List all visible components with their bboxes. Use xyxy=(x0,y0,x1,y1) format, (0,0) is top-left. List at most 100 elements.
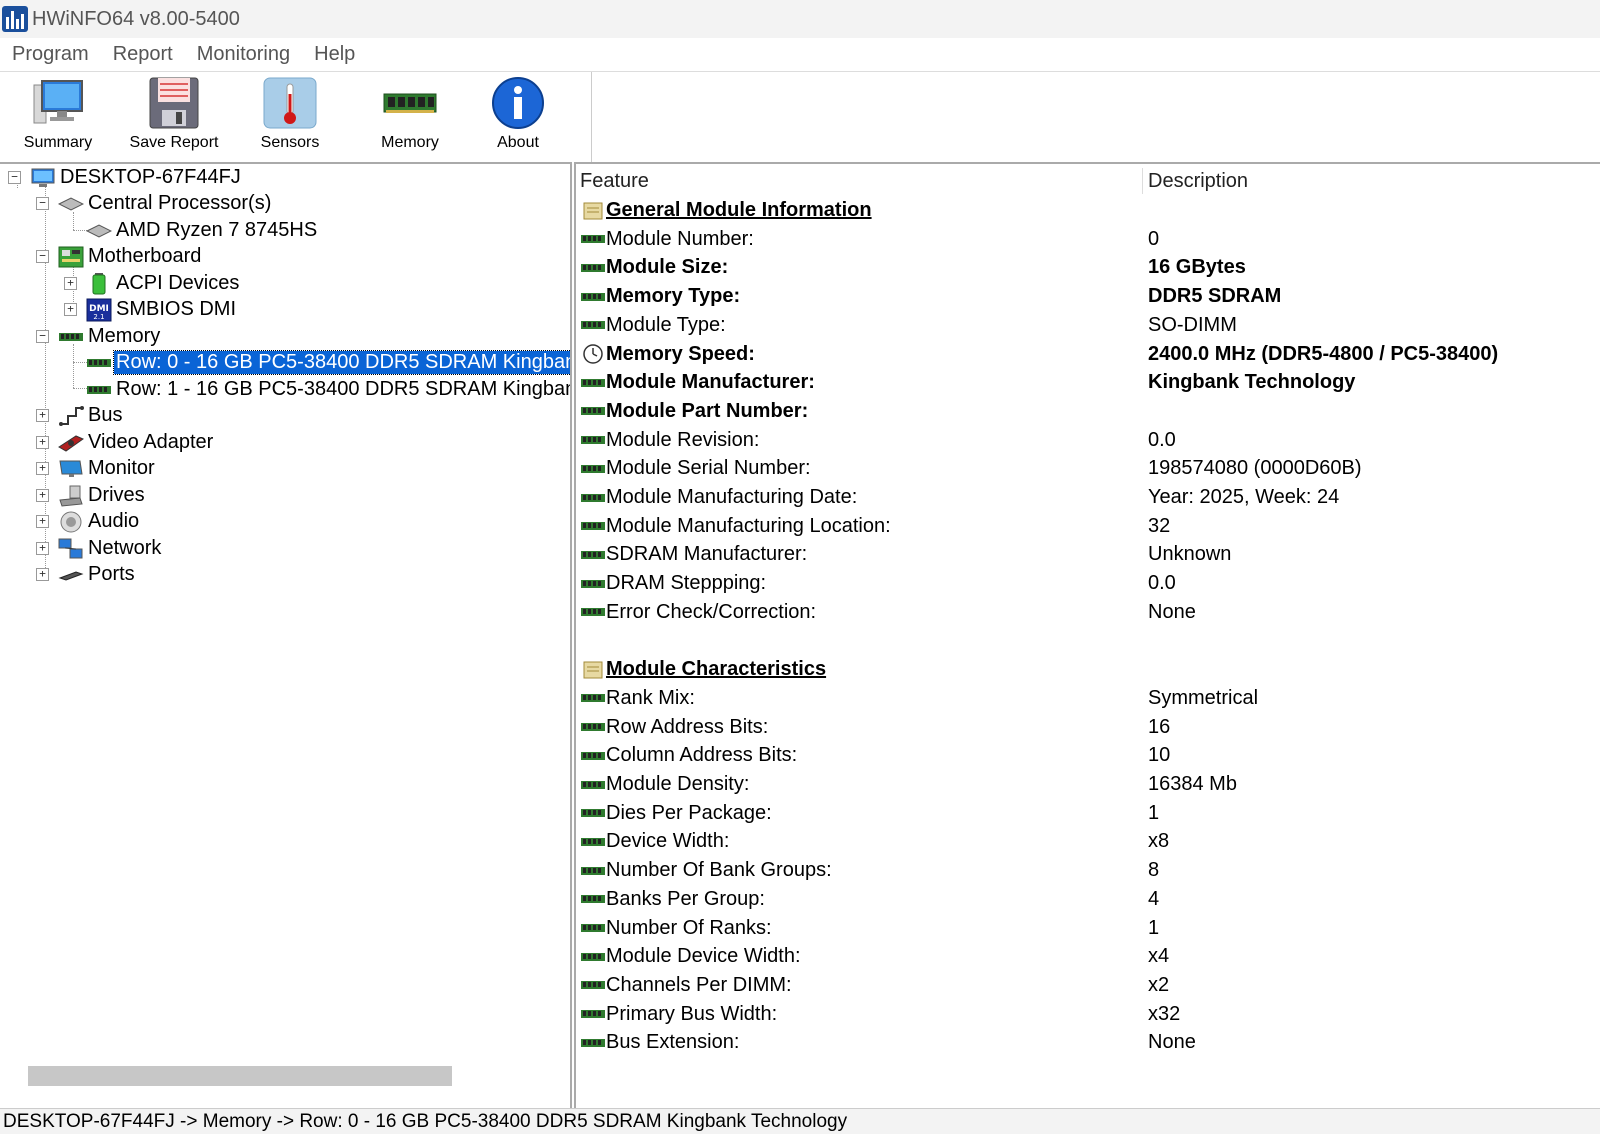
table-row[interactable]: Primary Bus Width: x32 xyxy=(576,1000,1596,1029)
table-row[interactable]: Memory Type: DDR5 SDRAM xyxy=(576,282,1596,311)
table-row[interactable]: Bus Extension: None xyxy=(576,1028,1596,1057)
status-bar: DESKTOP-67F44FJ -> Memory -> Row: 0 - 16… xyxy=(0,1108,1600,1134)
ram-module-icon xyxy=(580,774,606,796)
table-row[interactable]: Module Serial Number: 198574080 (0000D60B… xyxy=(576,454,1596,483)
section-header-general-module-information[interactable]: General Module Information xyxy=(576,196,1596,225)
table-row[interactable]: Number Of Bank Groups: 8 xyxy=(576,856,1596,885)
table-row[interactable]: Module Manufacturing Date: Year: 2025, We… xyxy=(576,483,1596,512)
description-cell: 16384 Mb xyxy=(1148,773,1237,795)
about-button[interactable]: About xyxy=(488,76,548,158)
tree-item-monitor[interactable]: + Monitor xyxy=(36,455,157,482)
expand-toggle[interactable]: + xyxy=(36,542,49,555)
feature-cell: Dies Per Package: xyxy=(606,801,772,824)
tree-label: DESKTOP-67F44FJ xyxy=(60,166,241,188)
ram-module-icon xyxy=(580,946,606,968)
tree-item-ports[interactable]: + Ports xyxy=(36,561,137,588)
tree-item-motherboard[interactable]: − Motherboard xyxy=(36,243,203,270)
table-row[interactable]: Module Revision: 0.0 xyxy=(576,426,1596,455)
collapse-toggle[interactable]: − xyxy=(36,330,49,343)
monitor-icon xyxy=(30,76,86,130)
tree-item-drives[interactable]: + Drives xyxy=(36,482,147,509)
monitor-icon xyxy=(58,458,84,480)
feature-cell: Module Part Number: xyxy=(606,399,809,422)
memory-button[interactable]: Memory xyxy=(370,76,450,158)
expand-toggle[interactable]: + xyxy=(64,277,77,290)
expand-toggle[interactable]: + xyxy=(64,303,77,316)
collapse-toggle[interactable]: − xyxy=(36,197,49,210)
table-row[interactable]: Number Of Ranks: 1 xyxy=(576,914,1596,943)
save-report-button[interactable]: Save Report xyxy=(126,76,222,158)
title-bar: HWiNFO64 v8.00-5400 xyxy=(0,0,1600,38)
tree-label: Central Processor(s) xyxy=(88,192,272,214)
network-icon xyxy=(58,538,84,560)
tree-item-memory[interactable]: − Memory xyxy=(36,323,162,350)
table-row[interactable]: Error Check/Correction: None xyxy=(576,598,1596,627)
menu-report[interactable]: Report xyxy=(113,43,173,66)
table-row[interactable]: Memory Speed: 2400.0 MHz (DDR5-4800 / PC5… xyxy=(576,340,1596,369)
tree-item-acpi-devices[interactable]: + ACPI Devices xyxy=(64,270,241,297)
menu-help[interactable]: Help xyxy=(314,43,355,66)
table-row[interactable]: Module Size: 16 GBytes xyxy=(576,253,1596,282)
expand-toggle[interactable]: + xyxy=(36,489,49,502)
menu-program[interactable]: Program xyxy=(12,43,89,66)
table-row[interactable]: Module Number: 0 xyxy=(576,225,1596,254)
column-header-description[interactable]: Description xyxy=(1148,166,1248,196)
table-row[interactable]: DRAM Steppping: 0.0 xyxy=(576,569,1596,598)
tree-item-bus[interactable]: + Bus xyxy=(36,402,124,429)
table-row[interactable]: SDRAM Manufacturer: Unknown xyxy=(576,540,1596,569)
horizontal-scrollbar-thumb[interactable] xyxy=(28,1066,452,1086)
table-row[interactable]: Rank Mix: Symmetrical xyxy=(576,684,1596,713)
column-header-feature[interactable]: Feature xyxy=(580,166,649,196)
ram-module-icon xyxy=(580,802,606,824)
device-tree[interactable]: − DESKTOP-67F44FJ − Central Processor(s)… xyxy=(0,162,572,1108)
collapse-toggle[interactable]: − xyxy=(8,171,21,184)
tree-item-memory-row-1[interactable]: Row: 1 - 16 GB PC5-38400 DDR5 SDRAM King… xyxy=(64,376,570,403)
tree-item-root[interactable]: − DESKTOP-67F44FJ xyxy=(8,164,243,191)
feature-cell: Error Check/Correction: xyxy=(606,600,817,623)
tree-item-video-adapter[interactable]: + Video Adapter xyxy=(36,429,215,456)
expand-toggle[interactable]: + xyxy=(36,409,49,422)
feature-cell: Module Size: xyxy=(606,256,729,279)
ram-module-icon xyxy=(580,917,606,939)
table-row[interactable]: Row Address Bits: 16 xyxy=(576,713,1596,742)
expand-toggle[interactable]: + xyxy=(36,568,49,581)
description-cell: 0.0 xyxy=(1148,428,1176,451)
table-row[interactable]: Channels Per DIMM: x2 xyxy=(576,971,1596,1000)
bus-icon xyxy=(58,405,84,427)
ram-module-icon xyxy=(580,601,606,623)
tree-item-memory-row-0[interactable]: Row: 0 - 16 GB PC5-38400 DDR5 SDRAM King… xyxy=(64,349,570,376)
tree-item-smbios-dmi[interactable]: + DMI 2.1 SMBIOS DMI xyxy=(64,296,238,323)
table-row[interactable]: Device Width: x8 xyxy=(576,827,1596,856)
section-header-module-characteristics[interactable]: Module Characteristics xyxy=(576,655,1596,684)
window-title: HWiNFO64 v8.00-5400 xyxy=(32,7,240,30)
table-row[interactable]: Module Part Number: xyxy=(576,397,1596,426)
expand-toggle[interactable]: + xyxy=(36,462,49,475)
table-row[interactable]: Banks Per Group: 4 xyxy=(576,885,1596,914)
info-icon xyxy=(490,76,546,130)
table-row[interactable]: Module Manufacturer: Kingbank Technology xyxy=(576,368,1596,397)
collapse-toggle[interactable]: − xyxy=(36,250,49,263)
feature-cell: Module Manufacturing Date: xyxy=(606,486,858,508)
table-row[interactable]: Module Manufacturing Location: 32 xyxy=(576,512,1596,541)
tree-item-audio[interactable]: + Audio xyxy=(36,508,141,535)
feature-cell: Bus Extension: xyxy=(606,1031,740,1054)
table-row[interactable]: Module Type: SO-DIMM xyxy=(576,311,1596,340)
summary-button[interactable]: Summary xyxy=(18,76,98,158)
sensors-button[interactable]: Sensors xyxy=(254,76,326,158)
feature-cell: Module Type: xyxy=(606,313,726,336)
tree-item-cpu-model[interactable]: AMD Ryzen 7 8745HS xyxy=(64,217,319,244)
tree-item-network[interactable]: + Network xyxy=(36,535,163,562)
expand-toggle[interactable]: + xyxy=(36,436,49,449)
about-label: About xyxy=(497,134,539,151)
description-cell: DDR5 SDRAM xyxy=(1148,285,1282,308)
description-cell: x4 xyxy=(1148,945,1170,968)
table-row[interactable]: Module Device Width: x4 xyxy=(576,942,1596,971)
table-row[interactable]: Module Density: 16384 Mb xyxy=(576,770,1596,799)
column-separator[interactable] xyxy=(1142,168,1143,194)
expand-toggle[interactable]: + xyxy=(36,515,49,528)
tree-item-central-processors[interactable]: − Central Processor(s) xyxy=(36,190,273,217)
menu-monitoring[interactable]: Monitoring xyxy=(197,43,290,66)
table-row[interactable]: Column Address Bits: 10 xyxy=(576,741,1596,770)
table-row[interactable]: Dies Per Package: 1 xyxy=(576,799,1596,828)
graphics-card-icon xyxy=(58,432,84,454)
